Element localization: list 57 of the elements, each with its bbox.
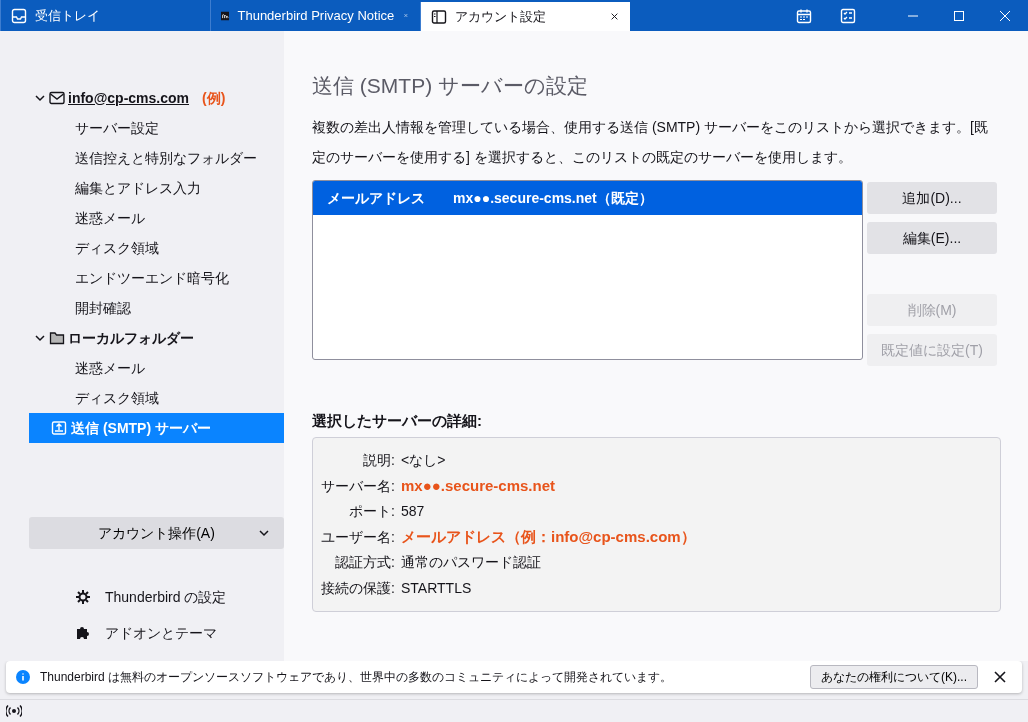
- chevron-icon[interactable]: [34, 92, 46, 104]
- sidebar-item[interactable]: エンドツーエンド暗号化: [29, 263, 284, 293]
- puzzle-piece-icon[interactable]: [75, 625, 91, 641]
- description-text: 複数の差出人情報を管理している場合、使用する送信 (SMTP) サーバーをこのリストから選択できます。[既定のサーバーを使用する] を選択すると、このリストの既定のサーバーを使用します。: [312, 118, 989, 168]
- detail-label: ユーザー名:: [320, 527, 396, 547]
- rights-button[interactable]: あなたの権利について(K)...: [810, 665, 978, 689]
- envelope-icon: [49, 90, 65, 106]
- close-icon[interactable]: [609, 11, 620, 22]
- detail-label: ポート:: [348, 502, 396, 522]
- action-button[interactable]: 編集(E)...: [867, 222, 997, 255]
- sidebar-item[interactable]: ディスク領域: [29, 233, 284, 263]
- close-icon[interactable]: [994, 671, 1006, 683]
- account-tree-item[interactable]: info@cp-cms.com (例): [29, 83, 284, 113]
- detail-value: メールアドレス（例：info@cp-cms.com）: [401, 527, 696, 547]
- sidebar-link[interactable]: Thunderbird の設定: [105, 586, 227, 608]
- detail-label: 接続の保護:: [320, 578, 396, 598]
- action-button[interactable]: 追加(D)...: [867, 182, 997, 215]
- task-list-icon[interactable]: [840, 7, 856, 24]
- detail-value: 通常のパスワード認証: [401, 553, 541, 573]
- outbox-icon: [51, 420, 67, 436]
- account-tree-item[interactable]: ローカルフォルダー: [29, 323, 284, 353]
- example-note: (例): [202, 88, 226, 108]
- folder-icon: [49, 330, 65, 346]
- maximize-icon[interactable]: [953, 9, 965, 22]
- sidebar-item[interactable]: ディスク領域: [29, 383, 284, 413]
- signal-icon[interactable]: [6, 703, 22, 718]
- detail-value: <なし>: [401, 451, 446, 470]
- sidebar-link[interactable]: アドオンとテーマ: [105, 622, 217, 644]
- notification-text: Thunderbird は無料のオープンソースソフトウェアであり、世界中の多数のコミュニティによって開発されています。: [40, 669, 673, 686]
- tab[interactable]: アカウント設定: [420, 2, 630, 31]
- info-icon: [16, 670, 30, 684]
- chevron-icon: [258, 527, 270, 539]
- sidebar-item[interactable]: サーバー設定: [29, 113, 284, 143]
- calendar-icon[interactable]: [796, 7, 812, 24]
- sidebar-item[interactable]: 迷惑メール: [29, 203, 284, 233]
- detail-value: 587: [401, 502, 425, 522]
- server-list-item[interactable]: メールアドレス mx●●.secure-cms.net（既定）: [313, 181, 862, 216]
- detail-value: STARTTLS: [401, 578, 472, 598]
- gear-icon[interactable]: [75, 589, 91, 605]
- inbox-icon: [11, 7, 27, 24]
- sidebar-item[interactable]: 迷惑メール: [29, 353, 284, 383]
- detail-value: mx●●.secure-cms.net: [401, 475, 556, 496]
- section-heading: 選択したサーバーの詳細:: [312, 411, 483, 432]
- sidebar-item[interactable]: 送信控えと特別なフォルダー: [29, 143, 284, 173]
- sidebar-item[interactable]: 送信 (SMTP) サーバー: [29, 413, 284, 443]
- sidebar-item[interactable]: 開封確認: [29, 293, 284, 323]
- page-title: 送信 (SMTP) サーバーの設定: [312, 73, 589, 99]
- chevron-icon[interactable]: [34, 332, 46, 344]
- detail-label: 認証方式:: [334, 553, 396, 573]
- detail-label: 説明:: [362, 451, 396, 470]
- account-name[interactable]: info@cp-cms.com: [68, 87, 189, 109]
- sidebar-item[interactable]: 編集とアドレス入力: [29, 173, 284, 203]
- panel-icon: [431, 8, 447, 25]
- account-actions-button[interactable]: アカウント操作(A): [29, 517, 284, 549]
- server-list[interactable]: メールアドレス mx●●.secure-cms.net（既定）: [312, 180, 863, 361]
- account-name[interactable]: ローカルフォルダー: [68, 327, 194, 349]
- detail-label: サーバー名:: [320, 476, 396, 496]
